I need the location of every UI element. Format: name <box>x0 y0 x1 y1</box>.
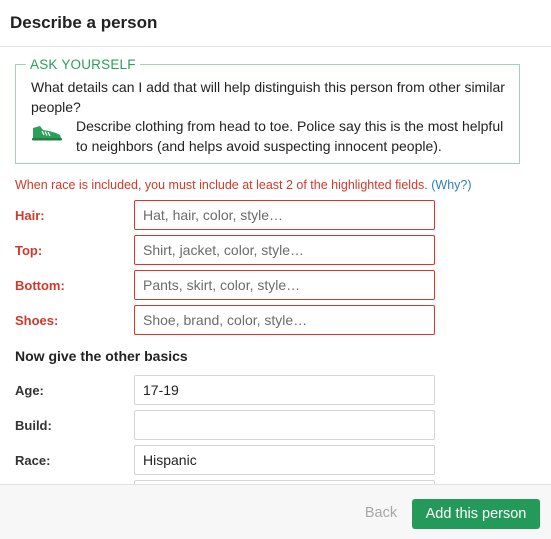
dialog-title: Describe a person <box>10 13 158 32</box>
shoes-input[interactable] <box>134 305 435 335</box>
build-input[interactable] <box>134 410 435 440</box>
basics-section-title: Now give the other basics <box>15 348 188 364</box>
top-input[interactable] <box>134 235 435 265</box>
race-warning-text: When race is included, you must include … <box>15 178 428 192</box>
race-input[interactable] <box>134 445 435 475</box>
top-label: Top: <box>15 243 43 258</box>
dialog-footer: Back Add this person <box>0 484 551 539</box>
build-label: Build: <box>15 418 52 433</box>
sneaker-icon <box>32 126 62 141</box>
age-input[interactable] <box>134 375 435 405</box>
age-label: Age: <box>15 383 44 398</box>
shoes-label: Shoes: <box>15 313 59 328</box>
bottom-label: Bottom: <box>15 278 65 293</box>
dialog-header: Describe a person <box>0 0 551 47</box>
hair-input[interactable] <box>134 200 435 230</box>
ask-yourself-question: What details can I add that will help di… <box>31 79 505 115</box>
why-link[interactable]: (Why?) <box>431 178 471 192</box>
ask-yourself-legend: ASK YOURSELF <box>26 57 140 72</box>
hair-label: Hair: <box>15 208 45 223</box>
race-warning: When race is included, you must include … <box>15 178 472 192</box>
ask-yourself-tip: Describe clothing from head to toe. Poli… <box>76 118 504 154</box>
add-person-button[interactable]: Add this person <box>412 499 540 529</box>
back-button[interactable]: Back <box>352 498 410 528</box>
bottom-input[interactable] <box>134 270 435 300</box>
ask-yourself-box: ASK YOURSELF What details can I add that… <box>15 57 520 164</box>
race-label: Race: <box>15 453 51 468</box>
